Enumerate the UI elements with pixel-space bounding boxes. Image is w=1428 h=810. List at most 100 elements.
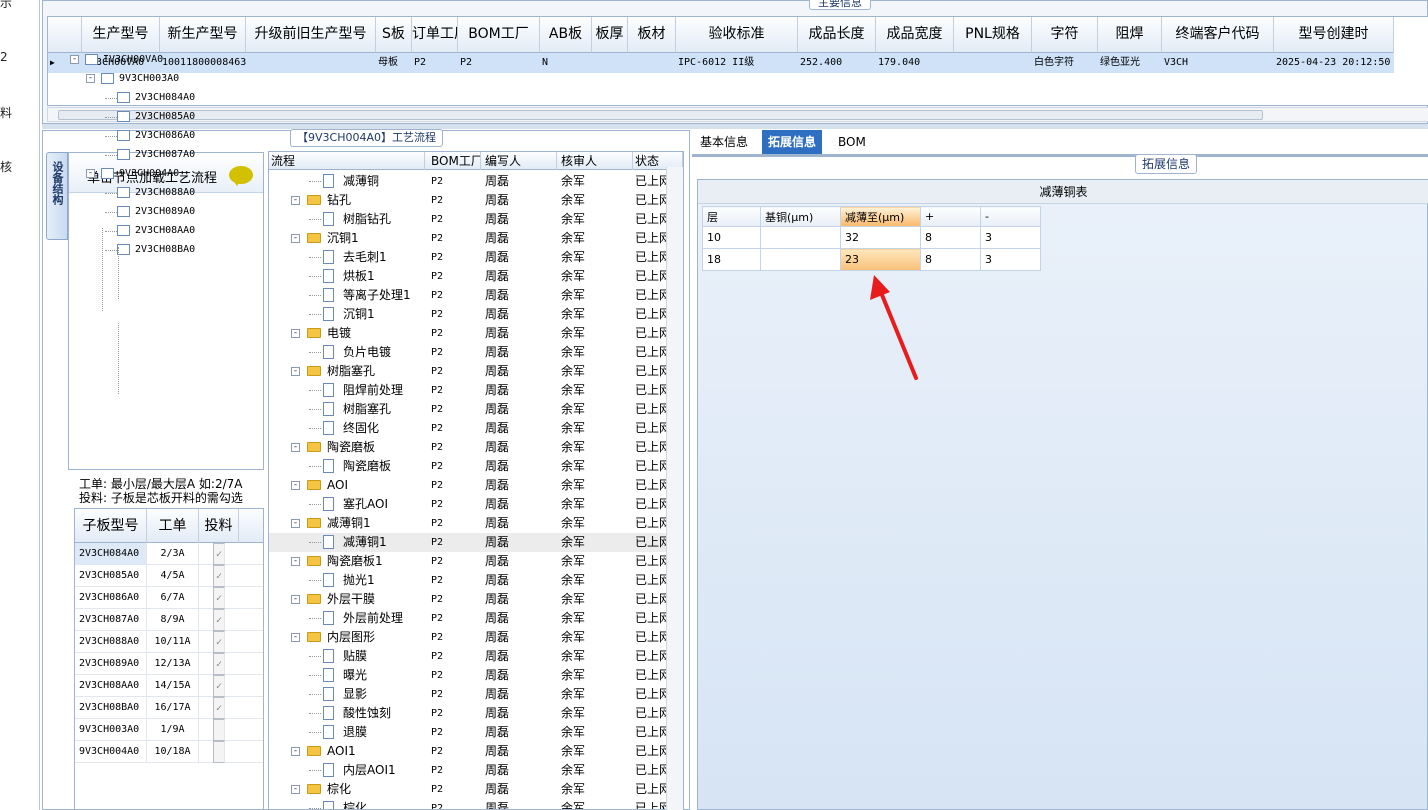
flow-row[interactable]: 陶瓷磨板 P2 周磊 余军 已上网 [269, 457, 669, 476]
flow-row[interactable]: 抛光1 P2 周磊 余军 已上网 [269, 571, 669, 590]
tree-node[interactable]: 9V3CH004A0 [119, 166, 179, 182]
flow-row[interactable]: 终固化 P2 周磊 余军 已上网 [269, 419, 669, 438]
tree-node[interactable]: 2V3CH089A0 [135, 204, 195, 220]
feed-checkbox[interactable] [213, 741, 225, 763]
sub-grid-row[interactable]: 2V3CH089A0 12/13A ✓ [75, 653, 263, 675]
flow-row[interactable]: 等离子处理1 P2 周磊 余军 已上网 [269, 286, 669, 305]
main-cell[interactable] [954, 53, 1032, 73]
main-cell[interactable]: 母板 [376, 53, 412, 73]
flow-row[interactable]: 内层AOI1 P2 周磊 余军 已上网 [269, 761, 669, 780]
feed-checkbox[interactable]: ✓ [213, 587, 225, 609]
thin-cell[interactable]: 23 [840, 248, 921, 271]
main-col-header[interactable]: 升级前旧生产型号 [246, 17, 376, 53]
main-col-header[interactable]: 新生产型号 [160, 17, 246, 53]
flow-col-header[interactable]: BOM工厂 [429, 152, 481, 170]
sub-grid-row[interactable]: 9V3CH003A0 1/9A [75, 719, 263, 741]
sub-grid-row[interactable]: 2V3CH08AA0 14/15A ✓ [75, 675, 263, 697]
sub-col-header[interactable]: 子板型号 [75, 509, 147, 543]
main-col-header[interactable]: AB板 [540, 17, 592, 53]
flow-col-header[interactable]: 流程 [269, 152, 425, 170]
flow-row[interactable]: - 内层图形 P2 周磊 余军 已上网 [269, 628, 669, 647]
folder-collapse-toggle[interactable]: - [291, 633, 300, 642]
thin-cell[interactable]: 32 [840, 226, 921, 249]
horizontal-splitter[interactable] [42, 124, 1428, 129]
tree-node[interactable]: 2V3CH08AA0 [135, 223, 195, 239]
flow-row[interactable]: - 外层干膜 P2 周磊 余军 已上网 [269, 590, 669, 609]
sub-grid-row[interactable]: 2V3CH084A0 2/3A ✓ [75, 543, 263, 565]
flow-row[interactable]: 阻焊前处理 P2 周磊 余军 已上网 [269, 381, 669, 400]
tree-node[interactable]: 2V3CH088A0 [135, 185, 195, 201]
sub-grid-row[interactable]: 2V3CH08BA0 16/17A ✓ [75, 697, 263, 719]
main-cell[interactable] [246, 53, 376, 73]
tree-node[interactable]: 9V3CH003A0 [119, 71, 179, 87]
flow-row[interactable]: - 电镀 P2 周磊 余军 已上网 [269, 324, 669, 343]
main-col-header[interactable]: 字符 [1032, 17, 1098, 53]
thin-cell[interactable] [760, 248, 841, 271]
thin-col-header[interactable]: + [920, 206, 981, 227]
main-col-header[interactable]: 生产型号 [82, 17, 160, 53]
thin-col-header[interactable]: 基铜(μm) [760, 206, 841, 227]
feed-checkbox[interactable]: ✓ [213, 609, 225, 631]
tree-collapse-toggle[interactable]: - [86, 74, 95, 83]
folder-collapse-toggle[interactable]: - [291, 367, 300, 376]
main-col-header[interactable]: 成品长度 [798, 17, 876, 53]
main-col-header[interactable]: S板 [376, 17, 412, 53]
main-cell[interactable]: IPC-6012 II级 [676, 53, 798, 73]
main-cell[interactable]: 2025-04-23 20:12:50 [1274, 53, 1394, 73]
folder-collapse-toggle[interactable]: - [291, 747, 300, 756]
flow-row[interactable]: 烘板1 P2 周磊 余军 已上网 [269, 267, 669, 286]
flow-row[interactable]: 显影 P2 周磊 余军 已上网 [269, 685, 669, 704]
sub-col-header[interactable]: 投料 [199, 509, 239, 543]
main-cell[interactable]: 252.400 [798, 53, 876, 73]
flow-row[interactable]: - 陶瓷磨板 P2 周磊 余军 已上网 [269, 438, 669, 457]
thin-col-header[interactable]: 层 [702, 206, 761, 227]
folder-collapse-toggle[interactable]: - [291, 329, 300, 338]
thin-table-row[interactable]: 18 23 8 3 [702, 248, 1041, 271]
sub-col-header[interactable]: 工单 [147, 509, 199, 543]
folder-collapse-toggle[interactable]: - [291, 481, 300, 490]
main-cell[interactable]: N [540, 53, 592, 73]
feed-checkbox[interactable]: ✓ [213, 543, 225, 565]
folder-collapse-toggle[interactable]: - [291, 234, 300, 243]
main-cell[interactable]: P2 [458, 53, 540, 73]
thin-cell[interactable]: 8 [920, 226, 981, 249]
sub-grid-row[interactable]: 2V3CH085A0 4/5A ✓ [75, 565, 263, 587]
flow-row[interactable]: 退膜 P2 周磊 余军 已上网 [269, 723, 669, 742]
flow-row[interactable]: 树脂塞孔 P2 周磊 余军 已上网 [269, 400, 669, 419]
main-col-header[interactable]: BOM工厂 [458, 17, 540, 53]
main-col-header[interactable]: 订单工厂 [412, 17, 458, 53]
folder-collapse-toggle[interactable]: - [291, 595, 300, 604]
sub-grid-row[interactable]: 2V3CH087A0 8/9A ✓ [75, 609, 263, 631]
folder-collapse-toggle[interactable]: - [291, 519, 300, 528]
tree-node[interactable]: 2V3CH08BA0 [135, 242, 195, 258]
tree-node[interactable]: 2V3CH085A0 [135, 109, 195, 125]
flow-row[interactable]: - 沉铜1 P2 周磊 余军 已上网 [269, 229, 669, 248]
tree-node[interactable]: 2V3CH084A0 [135, 90, 195, 106]
flow-row[interactable]: - 棕化 P2 周磊 余军 已上网 [269, 780, 669, 799]
flow-row[interactable]: 棕化 P2 周磊 余军 已上网 [269, 799, 669, 809]
tree-node[interactable]: 2V3CH087A0 [135, 147, 195, 163]
thin-cell[interactable]: 8 [920, 248, 981, 271]
main-col-header[interactable]: 验收标准 [676, 17, 798, 53]
thin-cell[interactable]: 18 [702, 248, 761, 271]
tab-bom[interactable]: BOM [832, 130, 872, 154]
folder-collapse-toggle[interactable]: - [291, 557, 300, 566]
flow-row[interactable]: 树脂钻孔 P2 周磊 余军 已上网 [269, 210, 669, 229]
flow-row[interactable]: 酸性蚀刻 P2 周磊 余军 已上网 [269, 704, 669, 723]
thin-cell[interactable]: 10 [702, 226, 761, 249]
feed-checkbox[interactable] [213, 719, 225, 741]
tree-node[interactable]: 2V3CH086A0 [135, 128, 195, 144]
thin-cell[interactable] [760, 226, 841, 249]
sub-grid-row[interactable]: 2V3CH088A0 10/11A ✓ [75, 631, 263, 653]
flow-row[interactable]: - 减薄铜1 P2 周磊 余军 已上网 [269, 514, 669, 533]
feed-checkbox[interactable]: ✓ [213, 565, 225, 587]
flow-row[interactable]: - 钻孔 P2 周磊 余军 已上网 [269, 191, 669, 210]
feed-checkbox[interactable]: ✓ [213, 653, 225, 675]
flow-col-header[interactable]: 编写人 [483, 152, 557, 170]
main-col-header[interactable]: 板厚 [592, 17, 628, 53]
main-cell[interactable]: 179.040 [876, 53, 954, 73]
flow-row[interactable]: 贴膜 P2 周磊 余军 已上网 [269, 647, 669, 666]
main-col-header[interactable]: 板材 [628, 17, 676, 53]
main-col-header[interactable]: 终端客户代码 [1162, 17, 1274, 53]
flow-col-header[interactable]: 核审人 [559, 152, 633, 170]
